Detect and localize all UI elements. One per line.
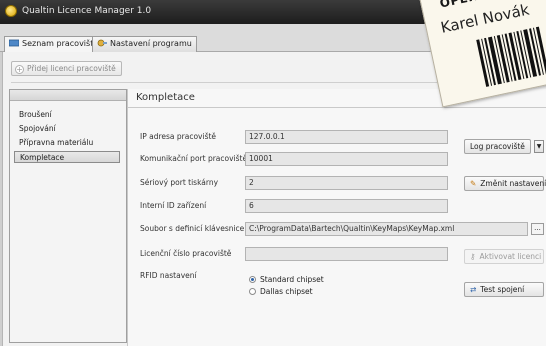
rfid-option-dallas[interactable]: Dallas chipset: [249, 287, 313, 296]
tab-label: Nastavení programu: [110, 39, 192, 48]
port-field[interactable]: 10001: [245, 152, 448, 166]
workstation-list-header: [10, 90, 126, 101]
license-number-field[interactable]: [245, 247, 448, 261]
log-workstation-label: Log pracoviště: [470, 142, 525, 151]
log-dropdown-button[interactable]: ▼: [534, 140, 544, 153]
keyboard-file-field[interactable]: C:\ProgramData\Bartech\Qualtin\KeyMaps\K…: [245, 222, 528, 236]
keyboard-file-label: Soubor s definicí klávesnice: [140, 224, 245, 233]
key-icon: ⚷: [470, 252, 476, 261]
sidebar-item-spojovani[interactable]: Spojování: [14, 123, 120, 135]
sidebar-item-pripravna-materialu[interactable]: Přípravna materiálu: [14, 137, 120, 149]
app-icon: [5, 5, 17, 17]
port-label: Komunikační port pracoviště: [140, 154, 248, 163]
change-settings-button[interactable]: ✎ Změnit nastavení: [464, 176, 546, 191]
change-settings-label: Změnit nastavení: [480, 179, 546, 188]
radio-standard[interactable]: [249, 276, 256, 283]
rfid-option-label: Dallas chipset: [260, 287, 313, 296]
ip-address-field[interactable]: 127.0.0.1: [245, 130, 448, 144]
browse-button[interactable]: ...: [531, 223, 544, 235]
sidebar-item-brouseni[interactable]: Broušení: [14, 109, 120, 121]
test-connection-label: Test spojení: [480, 285, 525, 294]
list-icon: [8, 38, 20, 47]
radio-dallas[interactable]: [249, 288, 256, 295]
add-icon: +: [15, 65, 24, 74]
tab-nastaveni-programu[interactable]: Nastavení programu: [92, 36, 197, 52]
internal-id-field[interactable]: 6: [245, 199, 448, 213]
activate-license-label: Aktivovat licenci: [479, 252, 542, 261]
panel-title: Kompletace: [136, 92, 195, 103]
tab-seznam-pracovist[interactable]: Seznam pracovišť: [4, 36, 99, 53]
sidebar-item-kompletace[interactable]: Kompletace: [14, 151, 120, 163]
barcode-icon: [476, 26, 546, 87]
serial-port-label: Sériový port tiskárny: [140, 178, 219, 187]
panel-divider: [128, 107, 546, 108]
rfid-option-label: Standard chipset: [260, 275, 324, 284]
add-license-button[interactable]: + Přidej licenci pracoviště: [11, 61, 122, 76]
rfid-label: RFID nastavení: [140, 271, 197, 280]
pencil-icon: ✎: [470, 179, 477, 188]
add-license-label: Přidej licenci pracoviště: [27, 64, 116, 73]
chevron-down-icon: ▼: [536, 143, 542, 150]
window-title: Qualtin Licence Manager 1.0: [22, 6, 152, 16]
ip-label: IP adresa pracoviště: [140, 132, 217, 141]
tab-label: Seznam pracovišť: [22, 39, 94, 48]
test-connection-button[interactable]: ⇄ Test spojení: [464, 282, 544, 297]
workstation-list: Broušení Spojování Přípravna materiálu K…: [9, 89, 127, 343]
rfid-option-standard[interactable]: Standard chipset: [249, 275, 324, 284]
settings-icon: [97, 38, 107, 47]
serial-port-field[interactable]: 2: [245, 176, 448, 190]
log-workstation-button[interactable]: Log pracoviště: [464, 139, 531, 154]
internal-id-label: Interní ID zařízení: [140, 201, 207, 210]
activate-license-button[interactable]: ⚷ Aktivovat licenci: [464, 249, 544, 264]
workstation-detail-panel: Kompletace IP adresa pracoviště 127.0.0.…: [127, 89, 546, 346]
refresh-icon: ⇄: [470, 285, 477, 294]
license-number-label: Licenční číslo pracoviště: [140, 249, 232, 258]
